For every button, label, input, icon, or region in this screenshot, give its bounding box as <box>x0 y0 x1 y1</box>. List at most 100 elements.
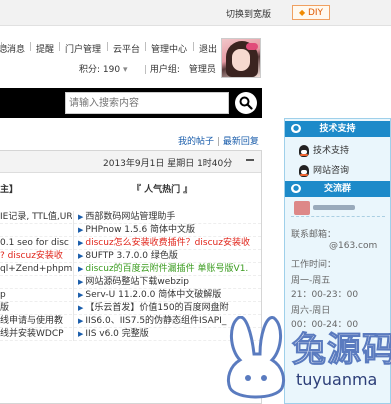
nav-item-messages[interactable]: 消息 <box>7 42 25 55</box>
email-value[interactable]: @163.com <box>329 241 377 251</box>
top-utility-bar: 切换到宽版 ◆ DIY <box>0 0 391 26</box>
popular-thread-title[interactable]: 8UFTP 3.7.0.0 绿色版 <box>85 251 177 261</box>
latest-replies-link[interactable]: 最新回复 <box>223 137 259 147</box>
chat-bubble-icon: ● <box>291 124 301 133</box>
popular-thread-title[interactable]: IIS v6.0 完整版 <box>85 329 148 339</box>
user-group: | 用户组: 管理员 <box>144 62 216 75</box>
watermark-subtitle: tuyuanma <box>296 370 378 389</box>
thread-row[interactable] <box>0 276 72 289</box>
qq-penguin-icon <box>299 164 309 177</box>
search-input[interactable] <box>65 92 229 114</box>
credits-display[interactable]: 积分: 190 ▾ <box>79 62 127 75</box>
nav-item-cloud-platform[interactable]: 云平台 <box>113 42 140 55</box>
popular-thread-title[interactable]: 西部数码网站管理助手 <box>85 212 175 222</box>
link-separator: | <box>216 137 220 147</box>
popular-thread-title[interactable]: 【乐云首发】价值150的百度网盘附 <box>85 303 228 313</box>
collapse-icon[interactable] <box>246 159 254 161</box>
bullet-arrow-icon: ▶ <box>78 330 84 338</box>
bullet-arrow-icon: ▶ <box>78 239 84 247</box>
nav-separator: | <box>144 42 148 52</box>
email-label: 联系邮箱： <box>291 230 337 240</box>
popular-thread-row[interactable]: ▶ 网站源码整站下载webzip <box>74 276 261 289</box>
group-avatar-icon[interactable] <box>294 201 310 215</box>
site-consult-qq-label: 网站咨询 <box>313 166 350 176</box>
nav-item-reminders[interactable]: 提醒 <box>36 42 54 55</box>
tech-support-title: 技术支持 <box>319 124 356 134</box>
popular-thread-title[interactable]: discuz的百度云附件漏插件 单账号版V1. <box>85 264 248 274</box>
thread-row[interactable] <box>0 224 72 237</box>
bullet-arrow-icon: ▶ <box>78 252 84 260</box>
nav-separator: | <box>58 42 62 52</box>
group-name-redacted[interactable] <box>313 205 355 210</box>
qq-penguin-icon <box>299 144 309 157</box>
bullet-arrow-icon: ▶ <box>78 304 84 312</box>
popular-thread-row[interactable]: ▶ Serv-U 11.2.0.0 简体中文破解版 <box>74 289 261 302</box>
tech-support-header: ● 技术支持 <box>285 121 390 137</box>
popular-thread-row[interactable]: ▶ PHPnow 1.5.6 简体中文版 <box>74 224 261 237</box>
hours-label: 工作时间： <box>291 260 337 270</box>
panel-header: 2013年9月1日 星期日 1时40分 <box>0 151 261 173</box>
bullet-arrow-icon: ▶ <box>78 226 84 234</box>
site-consult-qq-link[interactable]: 网站咨询 <box>299 163 349 177</box>
tech-support-qq-link[interactable]: 技术支持 <box>299 143 349 157</box>
search-icon <box>239 96 253 110</box>
switch-wide-link[interactable]: 切换到宽版 <box>226 7 271 20</box>
bullet-arrow-icon: ▶ <box>78 278 84 286</box>
nav-separator: | <box>106 42 110 52</box>
group-header: ● 交流群 <box>285 181 390 197</box>
search-bar <box>0 88 262 118</box>
watermark-logo: 兔源码 tuyuanma <box>214 310 391 404</box>
my-threads-link[interactable]: 我的帖子 <box>178 137 214 147</box>
credits-label: 积分: 190 <box>79 65 121 75</box>
left-column-title: 主】 <box>0 185 19 195</box>
popular-thread-row[interactable]: ▶ 西部数码网站管理助手 <box>74 211 261 224</box>
bullet-arrow-icon: ▶ <box>78 213 84 221</box>
popular-thread-title[interactable]: PHPnow 1.5.6 简体中文版 <box>85 225 195 235</box>
popular-thread-title[interactable]: Serv-U 11.2.0.0 简体中文破解版 <box>85 290 221 300</box>
tech-support-qq-label: 技术支持 <box>313 146 350 156</box>
weekday-hours: 21：00-23：00 <box>291 290 359 300</box>
thread-row[interactable]: ql+Zend+phpmy <box>0 263 72 276</box>
user-group-value[interactable]: 管理员 <box>189 65 216 75</box>
thread-row[interactable]: 线并安装WDCP <box>0 328 72 341</box>
popular-thread-title[interactable]: discuz怎么安装收费插件？discuz安装收 <box>85 238 250 248</box>
popular-thread-row[interactable]: ▶ discuz的百度云附件漏插件 单账号版V1. <box>74 263 261 276</box>
nav-separator: | <box>144 65 148 75</box>
thread-row[interactable]: p <box>0 289 72 302</box>
divider <box>291 216 385 217</box>
bullet-arrow-icon: ▶ <box>78 317 84 325</box>
user-group-label: 用户组: <box>149 65 180 75</box>
thread-row[interactable]: 版 <box>0 302 72 315</box>
weekday-label: 周一-周五 <box>291 276 331 286</box>
rabbit-logo-icon <box>226 316 286 399</box>
watermark-title: 兔源码 <box>292 330 391 371</box>
diamond-icon: ◆ <box>298 8 306 17</box>
popular-thread-row[interactable]: ▶ 8UFTP 3.7.0.0 绿色版 <box>74 250 261 263</box>
nav-item-portal-admin[interactable]: 门户管理 <box>65 42 101 55</box>
user-nav: 息 | 消息 | 提醒 | 门户管理 | 云平台 | 管理中心 | 退出 <box>0 42 222 56</box>
diy-button[interactable]: ◆ DIY <box>292 5 330 20</box>
search-button[interactable] <box>235 92 257 114</box>
chat-bubble-icon: ● <box>291 184 301 193</box>
popular-thread-title[interactable]: IIS6.0、IIS7.5的伪静态组件ISAPI_ <box>85 316 226 326</box>
nav-item-logout[interactable]: 退出 <box>199 42 217 55</box>
group-title: 交流群 <box>323 184 351 194</box>
bullet-arrow-icon: ▶ <box>78 291 84 299</box>
thread-links: 我的帖子 | 最新回复 <box>178 134 259 147</box>
nav-separator: | <box>0 42 4 52</box>
bullet-arrow-icon: ▶ <box>78 265 84 273</box>
left-thread-list: IE记录, TTL值,UR 0.1 seo for disc? discuz安装收… <box>0 211 72 341</box>
popular-thread-row[interactable]: ▶ discuz怎么安装收费插件？discuz安装收 <box>74 237 261 250</box>
popular-column-title: 『 人气热门 』 <box>132 185 193 195</box>
diy-label: DIY <box>307 8 324 18</box>
thread-row[interactable]: 线申请与使用教 <box>0 315 72 328</box>
nav-separator: | <box>29 42 33 52</box>
nav-separator: | <box>192 42 196 52</box>
user-avatar[interactable] <box>221 38 261 78</box>
chevron-down-icon: ▾ <box>122 65 128 75</box>
thread-row[interactable]: IE记录, TTL值,UR <box>0 211 72 224</box>
thread-row[interactable]: ? discuz安装收 <box>0 250 72 263</box>
popular-thread-title[interactable]: 网站源码整站下载webzip <box>85 277 189 287</box>
thread-row[interactable]: 0.1 seo for disc <box>0 237 72 250</box>
nav-item-admin-center[interactable]: 管理中心 <box>151 42 187 55</box>
